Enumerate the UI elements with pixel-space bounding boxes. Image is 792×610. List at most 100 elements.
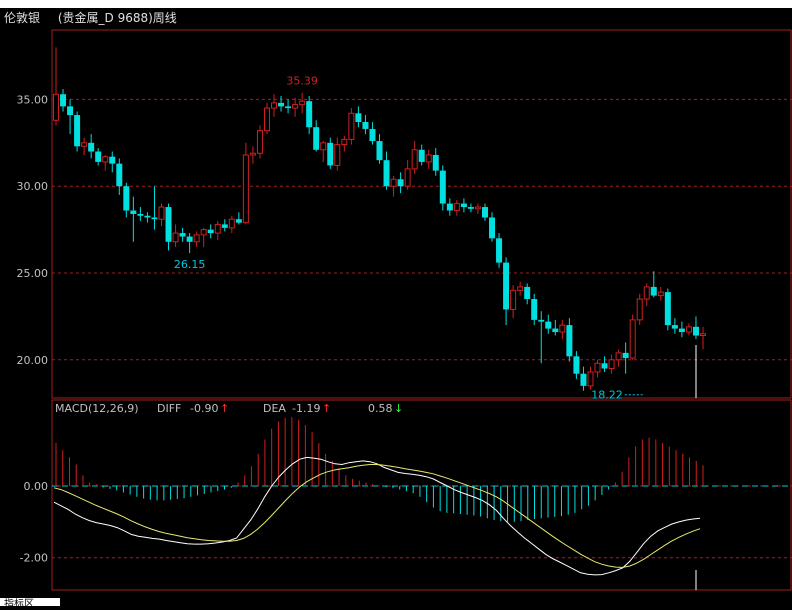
indicator-tab-label: 指标区: [4, 599, 34, 610]
price-annotations: 35.39 26.15 18.22: [174, 75, 643, 402]
candle-body-up: [685, 326, 692, 333]
candle-body-up: [608, 359, 615, 369]
candle-body-down: [439, 170, 446, 204]
candle-body-up: [411, 149, 418, 170]
candle-body-down: [278, 102, 285, 107]
candle-body-down: [383, 160, 390, 187]
candle-body-down: [235, 219, 242, 223]
candle-body-down: [109, 156, 116, 164]
candle-body-up: [425, 154, 432, 163]
candle-body-up: [81, 142, 88, 147]
dea-line: [53, 464, 701, 568]
macd-axis: 0.00 -2.00: [20, 480, 48, 565]
macd-tick-label: 0.00: [24, 480, 49, 493]
macd-tick-label: -2.00: [20, 552, 48, 565]
candle-body-up: [249, 152, 256, 156]
candle-body-down: [397, 179, 404, 187]
candle-body-down: [285, 106, 292, 109]
candle-body-down: [489, 217, 496, 239]
candle-body-down: [165, 207, 172, 242]
candle-body-up: [271, 102, 278, 109]
candle-body-up: [320, 142, 327, 151]
low-annotation: 26.15: [174, 258, 206, 271]
candle-body-down: [678, 328, 685, 333]
indicator-tab[interactable]: 指标区: [0, 598, 60, 610]
candle-body-down: [137, 214, 144, 216]
macd-histogram: [55, 417, 704, 522]
candle-body-up: [615, 352, 622, 361]
candle-body-down: [601, 363, 608, 369]
chart-canvas: 35.00 30.00 25.00 20.00 35.39 26.15 18.22 0.0…: [17, 29, 792, 591]
candle-body-down: [74, 115, 81, 147]
candle-body-up: [263, 107, 270, 132]
candle-body-down: [664, 292, 671, 326]
candle-body-down: [123, 186, 130, 211]
price-tick-label: 35.00: [17, 93, 49, 106]
candle-body-down: [369, 128, 376, 142]
price-tick-label: 30.00: [17, 180, 49, 193]
candle-body-down: [95, 151, 102, 162]
candlestick-series: [53, 47, 706, 391]
diff-legend-value: -0.90: [190, 402, 218, 415]
candle-body-down: [524, 286, 531, 300]
candle-body-down: [538, 319, 545, 322]
candle-body-up: [341, 138, 348, 146]
candle-body-down: [531, 299, 538, 320]
candle-body-up: [53, 93, 59, 121]
macd-panel-border: [51, 399, 792, 591]
candle-body-up: [193, 234, 200, 243]
candle-body-down: [144, 215, 151, 218]
chart-frame: [51, 29, 792, 591]
dea-legend-value: -1.19: [292, 402, 320, 415]
candle-body-up: [517, 286, 524, 291]
candle-body-up: [559, 324, 566, 333]
candle-body-down: [88, 142, 95, 152]
candle-body-down: [467, 207, 474, 209]
candle-body-down: [67, 106, 74, 116]
candle-body-up: [510, 289, 517, 310]
candle-body-up: [299, 100, 306, 106]
candle-body-up: [657, 291, 664, 297]
candle-body-down: [671, 325, 678, 329]
candle-body-down: [179, 233, 186, 237]
macd-legend-label: MACD(12,26,9): [55, 402, 139, 415]
candle-body-down: [130, 210, 137, 214]
candle-body-down: [60, 94, 67, 107]
candle-body-up: [256, 130, 263, 154]
dea-up-arrow-icon: ↑: [322, 402, 331, 415]
candle-body-up: [453, 203, 460, 212]
candle-body-up: [228, 218, 235, 229]
candle-body-up: [594, 362, 601, 373]
candle-body-down: [186, 236, 193, 242]
price-axis: 35.00 30.00 25.00 20.00: [17, 93, 49, 366]
price-grid: [52, 98, 792, 361]
candle-body-up: [636, 298, 643, 321]
candle-body-down: [481, 207, 488, 218]
candle-body-down: [313, 127, 320, 150]
candle-body-down: [580, 373, 587, 386]
candle-body-up: [474, 206, 481, 210]
price-tick-label: 25.00: [17, 267, 49, 280]
candle-body-up: [643, 286, 650, 300]
candle-body-down: [151, 217, 158, 220]
macd-down-arrow-icon: ↓: [394, 402, 403, 415]
candle-body-down: [207, 229, 214, 234]
candle-body-down: [355, 113, 362, 122]
candle-body-up: [214, 223, 221, 234]
candle-body-up: [700, 333, 706, 337]
candle-body-down: [460, 203, 467, 208]
candle-body-down: [327, 142, 334, 166]
candle-body-up: [348, 112, 355, 140]
candle-body-down: [692, 326, 699, 336]
diff-legend-label: DIFF: [157, 402, 181, 415]
candle-body-down: [376, 141, 383, 161]
candle-body-down: [545, 321, 552, 329]
candle-body-down: [650, 286, 657, 296]
macd-legend-value: 0.58: [368, 402, 393, 415]
macd-grid: [52, 485, 792, 559]
candle-body-down: [116, 163, 123, 187]
candle-body-down: [432, 154, 439, 171]
candle-body-down: [306, 101, 313, 128]
candle-body-up: [200, 229, 207, 236]
candle-body-down: [503, 262, 510, 310]
